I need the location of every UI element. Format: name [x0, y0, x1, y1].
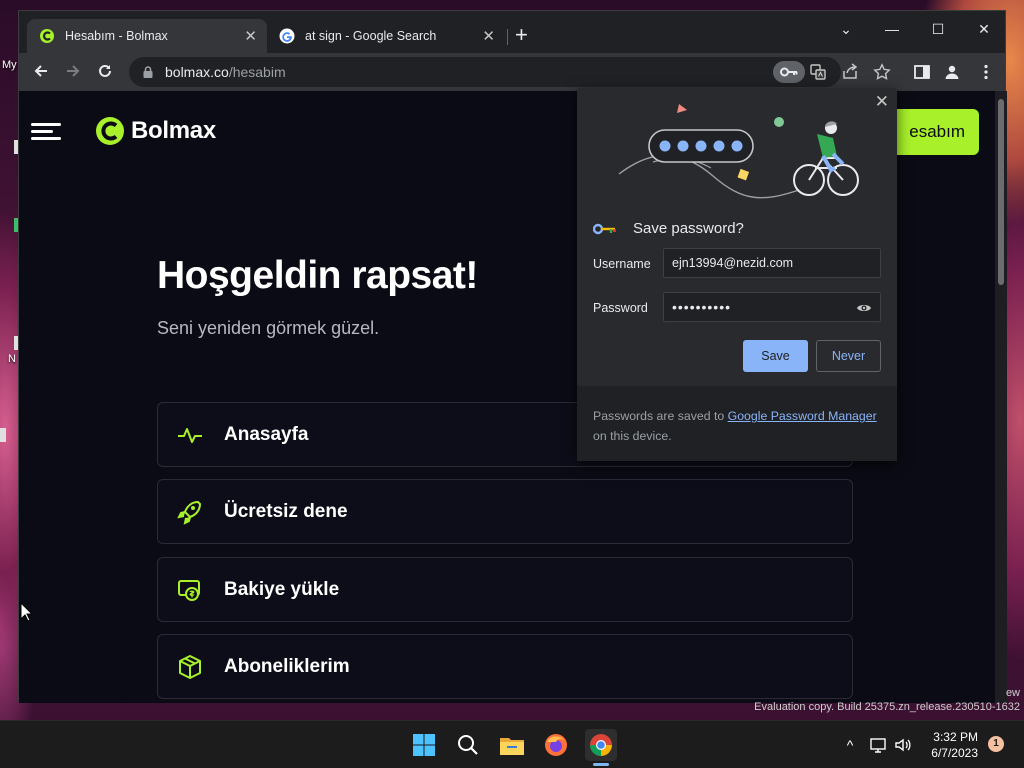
scrollbar-thumb[interactable] [998, 99, 1004, 285]
google-favicon-icon [279, 28, 295, 44]
profile-icon[interactable] [943, 63, 961, 81]
taskbar: ^ 3:32 PM 6/7/2023 [0, 720, 1024, 768]
search-icon [458, 735, 478, 755]
page-subtitle: Seni yeniden görmek güzel. [157, 318, 380, 338]
password-label: Password [593, 301, 648, 315]
menu-item-ucretsiz-dene[interactable]: Ücretsiz dene [157, 479, 853, 544]
menu-item-label: Aboneliklerim [224, 655, 350, 677]
menu-item-bakiye-yukle[interactable]: Bakiye yükle [157, 557, 853, 622]
password-value: •••••••••• [672, 299, 732, 315]
firefox-button[interactable] [540, 729, 572, 761]
file-explorer-button[interactable] [496, 729, 528, 761]
system-clock[interactable]: 3:32 PM 6/7/2023 [922, 729, 978, 761]
rocket-icon [177, 500, 202, 525]
dialog-title: Save password? [633, 220, 744, 237]
footer-text: on this device. [593, 429, 672, 443]
username-field[interactable]: ejn13994@nezid.com [663, 248, 881, 278]
key-icon [780, 67, 798, 77]
activity-icon [178, 427, 202, 443]
password-manager-link[interactable]: Google Password Manager [728, 409, 877, 423]
menu-item-label: Ücretsiz dene [224, 500, 348, 522]
hamburger-menu-button[interactable] [31, 123, 61, 140]
money-icon [178, 579, 200, 601]
arrow-right-icon [67, 65, 80, 77]
tab-strip: Hesabım - Bolmax ✕ at sign - Google Sear… [19, 11, 1005, 53]
address-bar[interactable]: bolmax.co/hesabim [129, 57, 841, 87]
account-button[interactable]: esabım [885, 109, 979, 155]
notification-badge[interactable]: 1 [988, 736, 1004, 752]
clock-time: 3:32 PM [933, 730, 978, 744]
page-scrollbar[interactable] [995, 91, 1007, 703]
side-panel-icon[interactable] [913, 63, 931, 81]
tab-separator [507, 29, 508, 45]
desktop-icon[interactable] [0, 428, 6, 442]
windows-logo-icon [413, 734, 435, 756]
save-button[interactable]: Save [743, 340, 808, 372]
tab-google-search[interactable]: at sign - Google Search ✕ [267, 19, 505, 53]
maximize-button[interactable]: ☐ [915, 17, 961, 41]
share-icon[interactable] [841, 63, 859, 81]
watermark-text: ew [1005, 687, 1020, 699]
close-tab-icon[interactable]: ✕ [244, 27, 257, 45]
new-tab-button[interactable]: + [515, 23, 528, 47]
desktop-label: N [8, 353, 16, 365]
minimize-button[interactable]: — [869, 17, 915, 41]
tray-chevron-icon[interactable]: ^ [841, 736, 859, 754]
bolmax-logo-icon [96, 117, 124, 145]
box-icon [179, 654, 201, 679]
bolmax-favicon-icon [40, 29, 54, 43]
password-illustration [618, 104, 859, 199]
lock-icon[interactable] [141, 65, 155, 79]
folder-icon [500, 738, 524, 755]
volume-icon[interactable] [894, 736, 912, 754]
footer-text: Passwords are saved to [593, 409, 728, 423]
firefox-icon [545, 734, 567, 756]
eye-icon[interactable] [856, 300, 872, 316]
username-label: Username [593, 257, 651, 271]
password-key-button[interactable] [773, 61, 805, 83]
url-text: bolmax.co/hesabim [165, 64, 286, 80]
reload-icon [99, 64, 111, 77]
desktop-label: My [2, 59, 17, 71]
close-tab-icon[interactable]: ✕ [482, 27, 495, 45]
bolmax-logo[interactable]: Bolmax [95, 116, 216, 146]
chrome-icon [590, 734, 612, 756]
evaluation-watermark: Evaluation copy. Build 25375.zn_release.… [754, 701, 1020, 713]
menu-item-aboneliklerim[interactable]: Aboneliklerim [157, 634, 853, 699]
username-value: ejn13994@nezid.com [672, 256, 794, 270]
menu-item-label: Bakiye yükle [224, 578, 340, 600]
tab-title: at sign - Google Search [305, 29, 437, 43]
back-button[interactable] [31, 62, 51, 82]
dialog-title-row: Save password? [593, 220, 744, 237]
close-window-button[interactable]: ✕ [961, 17, 1007, 41]
bookmark-star-icon[interactable] [873, 63, 891, 81]
translate-icon[interactable] [809, 63, 827, 81]
arrow-left-icon [34, 65, 47, 77]
never-button[interactable]: Never [816, 340, 881, 372]
clock-date: 6/7/2023 [931, 746, 978, 760]
tab-title: Hesabım - Bolmax [65, 29, 168, 43]
chrome-button[interactable] [585, 729, 617, 761]
menu-item-label: Anasayfa [224, 423, 309, 445]
password-field[interactable]: •••••••••• [663, 292, 881, 322]
browser-toolbar: bolmax.co/hesabim [19, 53, 1005, 91]
key-icon [593, 223, 616, 234]
save-password-dialog: ✕ Save password? Username ejn13994@nezid… [577, 88, 897, 461]
search-button[interactable] [452, 729, 484, 761]
dialog-footer: Passwords are saved to Google Password M… [577, 386, 897, 461]
page-title: Hoşgeldin rapsat! [157, 254, 478, 297]
network-icon[interactable] [870, 736, 888, 754]
start-button[interactable] [408, 729, 440, 761]
logo-text: Bolmax [131, 117, 216, 144]
active-app-indicator [593, 763, 609, 766]
tab-bolmax[interactable]: Hesabım - Bolmax ✕ [27, 19, 267, 53]
more-menu-icon[interactable] [977, 63, 995, 81]
tab-search-button[interactable]: ⌄ [823, 17, 869, 41]
reload-button[interactable] [95, 62, 115, 82]
mouse-cursor-icon [20, 602, 32, 622]
forward-button[interactable] [63, 62, 83, 82]
close-dialog-icon[interactable]: ✕ [875, 92, 889, 112]
